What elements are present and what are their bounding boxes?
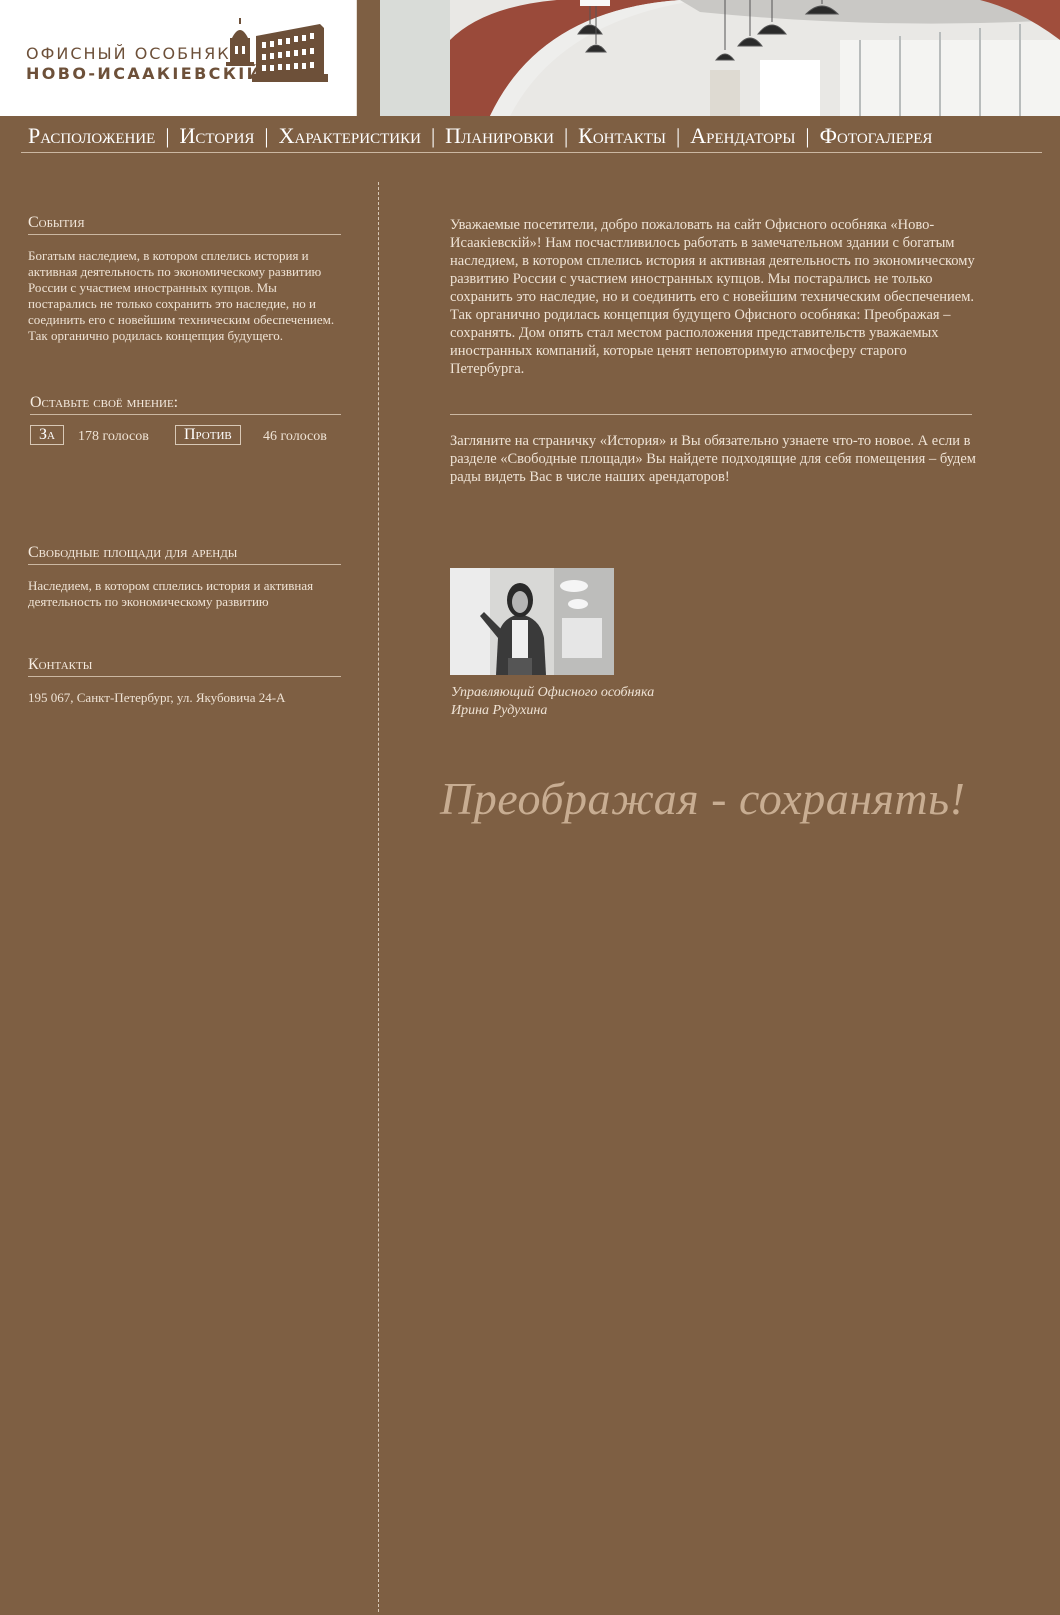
nav-item-features[interactable]: Характеристики	[272, 123, 428, 149]
nav-separator: |	[430, 123, 436, 148]
invite-paragraph: Загляните на страничку «История» и Вы об…	[450, 433, 976, 485]
logo-line-1: ОФИСНЫЙ ОСОБНЯК	[26, 44, 231, 63]
header: ОФИСНЫЙ ОСОБНЯК НОВО-ИСААКІЕВСКІЙ	[0, 0, 1060, 116]
caption-name: Ирина Рудухина	[451, 703, 548, 718]
welcome-paragraph: Уважаемые посетители, добро пожаловать н…	[450, 217, 975, 377]
nav-separator: |	[805, 123, 810, 148]
events-text: Богатым наследием, в котором сплелись ис…	[28, 248, 335, 343]
contacts-address: 195 067, Санкт-Петербург, ул. Якубовича …	[28, 690, 286, 705]
nav-item-gallery[interactable]: Фотогалерея	[813, 123, 940, 149]
nav-separator: |	[264, 123, 269, 148]
nav-item-contacts[interactable]: Контакты	[571, 123, 673, 149]
slogan: Преображая - сохранять!	[440, 773, 966, 824]
content-rule	[450, 414, 972, 415]
nav-item-history[interactable]: История	[173, 123, 262, 149]
vote-against-count: 46 голосов	[263, 429, 327, 444]
building-logo-icon	[226, 18, 328, 82]
manager-portrait-photo	[450, 568, 614, 675]
nav-separator: |	[165, 123, 170, 148]
caption-role: Управляющий Офисного особняка	[451, 685, 655, 700]
welcome-text: Уважаемые посетители, добро пожаловать н…	[450, 216, 980, 378]
nav-item-layouts[interactable]: Планировки	[438, 123, 561, 149]
column-divider	[378, 182, 379, 1612]
nav-item-location[interactable]: Расположение	[21, 123, 162, 149]
contacts-title[interactable]: Контакты	[28, 656, 341, 677]
vote-for-button[interactable]: За	[30, 425, 64, 445]
portrait-caption: Управляющий Офисного особняка Ирина Руду…	[451, 684, 751, 720]
nav-separator: |	[563, 123, 569, 148]
nav-item-tenants[interactable]: Арендаторы	[683, 123, 802, 149]
vote-against-button[interactable]: Против	[175, 425, 241, 445]
nav-separator: |	[676, 123, 681, 148]
logo[interactable]: ОФИСНЫЙ ОСОБНЯК НОВО-ИСААКІЕВСКІЙ	[0, 0, 357, 116]
free-space-title[interactable]: Свободные площади для аренды	[28, 544, 341, 565]
poll-title: Оставьте своё мнение:	[30, 394, 341, 415]
free-space-text: Наследием, в котором сплелись история и …	[28, 578, 314, 609]
events-title[interactable]: События	[28, 214, 341, 235]
invite-text: Загляните на страничку «История» и Вы об…	[450, 432, 995, 486]
main-nav: Расположение | История | Характеристики …	[21, 120, 1042, 153]
vote-for-count: 178 голосов	[78, 429, 149, 444]
interior-photo	[380, 0, 1060, 116]
